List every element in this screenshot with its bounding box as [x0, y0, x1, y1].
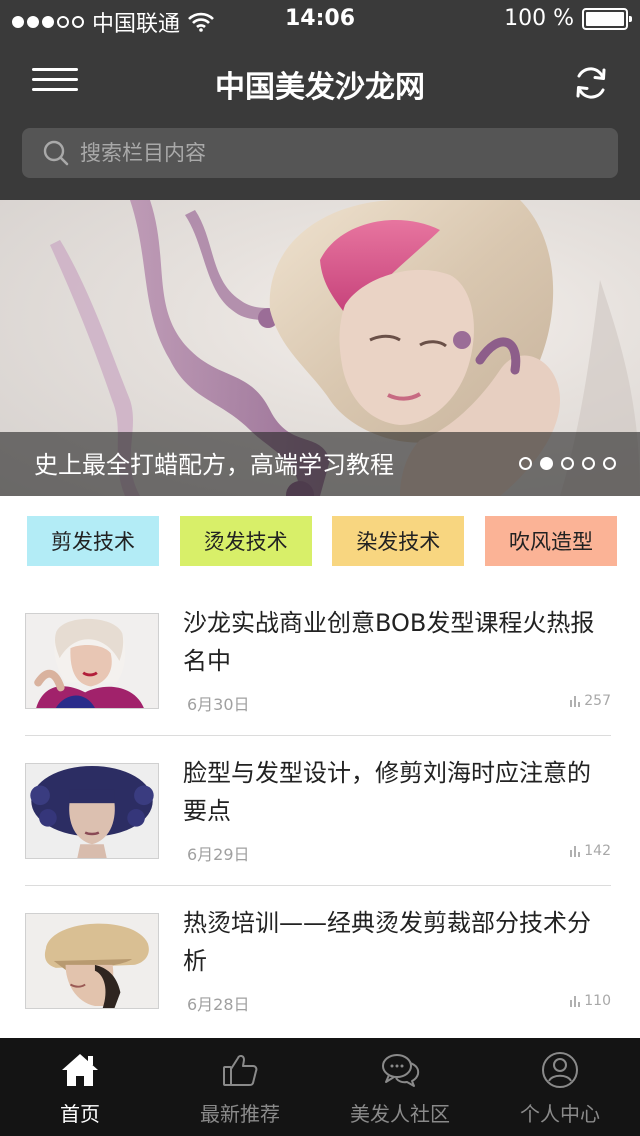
- battery-percentage: 100 %: [504, 6, 574, 31]
- pager-dot-3[interactable]: [561, 457, 574, 470]
- page-title: 中国美发沙龙网: [215, 70, 425, 105]
- view-count: 142: [584, 843, 611, 859]
- pager-dot-1[interactable]: [519, 457, 532, 470]
- list-item[interactable]: 热烫培训——经典烫发剪裁部分技术分析 6月28日 110: [25, 886, 611, 1036]
- tab-home[interactable]: 首页: [0, 1038, 160, 1136]
- tab-recommended[interactable]: 最新推荐: [160, 1038, 320, 1136]
- search-bar[interactable]: [22, 128, 618, 178]
- search-icon: [43, 140, 69, 166]
- tab-label: 首页: [60, 1102, 100, 1126]
- tab-label: 美发人社区: [350, 1102, 450, 1126]
- pager-dot-4[interactable]: [582, 457, 595, 470]
- category-haircut-button[interactable]: 剪发技术: [27, 516, 159, 566]
- user-icon: [542, 1052, 578, 1088]
- bar-chart-icon: [570, 845, 581, 857]
- home-icon: [62, 1054, 98, 1086]
- article-thumbnail: [25, 763, 159, 859]
- carousel-pager: [519, 457, 616, 470]
- article-thumbnail: [25, 613, 159, 709]
- search-input[interactable]: [80, 141, 560, 165]
- bar-chart-icon: [570, 995, 581, 1007]
- tab-label: 最新推荐: [200, 1102, 280, 1126]
- app-header: 中国联通 14:06 100 % 中国美发沙龙网: [0, 0, 640, 200]
- category-dye-button[interactable]: 染发技术: [332, 516, 465, 566]
- status-right: 100 %: [504, 6, 632, 31]
- article-title: 脸型与发型设计，修剪刘海时应注意的要点: [183, 759, 591, 825]
- view-count: 110: [584, 993, 611, 1009]
- category-buttons: 剪发技术 烫发技术 染发技术 吹风造型: [27, 516, 617, 566]
- navigation-bar: 中国美发沙龙网: [0, 40, 640, 122]
- article-date: 6月30日: [187, 695, 250, 714]
- thumbs-up-icon: [223, 1054, 258, 1086]
- article-date: 6月28日: [187, 995, 250, 1014]
- battery-icon: [582, 7, 632, 30]
- refresh-icon[interactable]: [572, 64, 610, 102]
- article-thumbnail: [25, 913, 159, 1009]
- chat-bubbles-icon: [382, 1054, 420, 1087]
- tab-label: 个人中心: [520, 1102, 600, 1126]
- article-views: 110: [570, 993, 611, 1009]
- bottom-tab-bar: 首页 最新推荐 美发人社区 个人中心: [0, 1038, 640, 1136]
- category-perm-button[interactable]: 烫发技术: [179, 516, 312, 566]
- list-item[interactable]: 沙龙实战商业创意BOB发型课程火热报名中 6月30日 257: [25, 586, 611, 736]
- tab-profile[interactable]: 个人中心: [480, 1038, 640, 1136]
- tab-community[interactable]: 美发人社区: [320, 1038, 480, 1136]
- list-item[interactable]: 脸型与发型设计，修剪刘海时应注意的要点 6月29日 142: [25, 736, 611, 886]
- bar-chart-icon: [570, 695, 581, 707]
- article-date: 6月29日: [187, 845, 250, 864]
- article-title: 热烫培训——经典烫发剪裁部分技术分析: [183, 909, 591, 975]
- category-blowdry-button[interactable]: 吹风造型: [484, 516, 617, 566]
- banner-caption: 史上最全打蜡配方，高端学习教程: [34, 451, 394, 479]
- article-title: 沙龙实战商业创意BOB发型课程火热报名中: [183, 609, 595, 675]
- banner-carousel[interactable]: 史上最全打蜡配方，高端学习教程: [0, 200, 640, 496]
- article-list: 沙龙实战商业创意BOB发型课程火热报名中 6月30日 257 脸型与发型设计，修…: [25, 586, 611, 1036]
- article-views: 257: [570, 693, 611, 709]
- pager-dot-2[interactable]: [540, 457, 553, 470]
- view-count: 257: [584, 693, 611, 709]
- status-bar: 中国联通 14:06 100 %: [0, 0, 640, 40]
- article-views: 142: [570, 843, 611, 859]
- pager-dot-5[interactable]: [603, 457, 616, 470]
